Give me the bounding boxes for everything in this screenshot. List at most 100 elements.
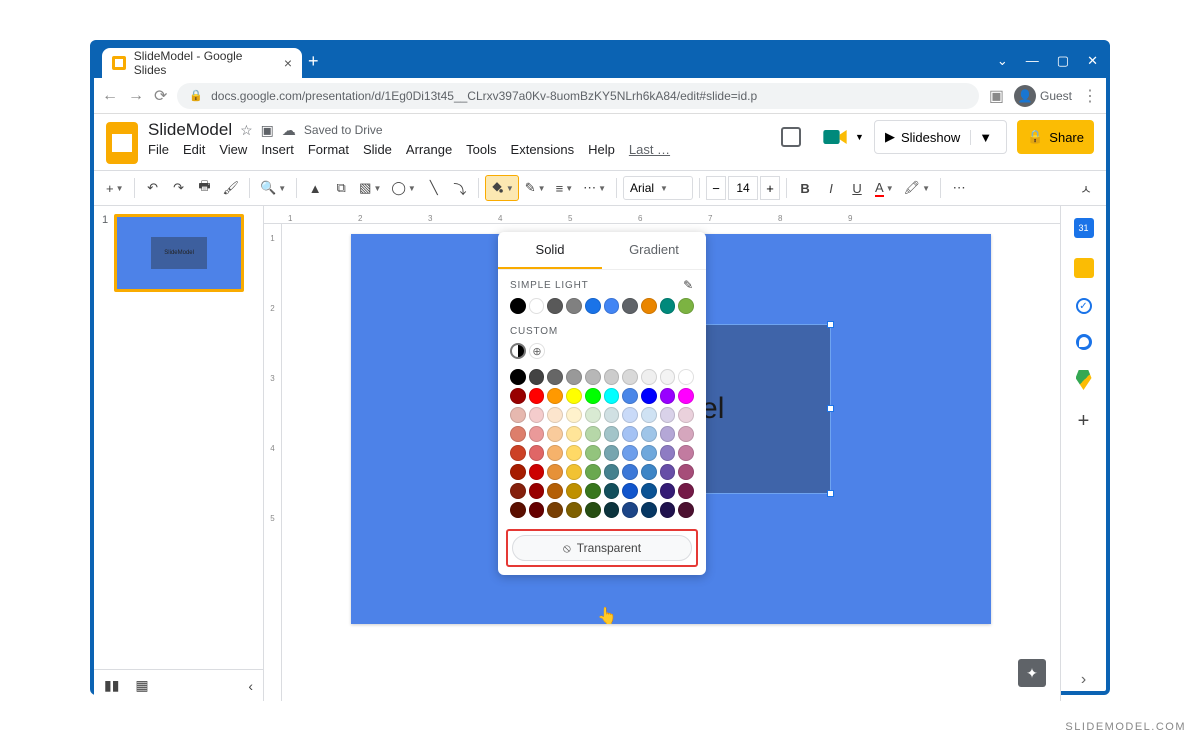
- palette-swatch[interactable]: [678, 483, 694, 499]
- palette-swatch[interactable]: [566, 483, 582, 499]
- palette-swatch[interactable]: [529, 483, 545, 499]
- custom-color-swatch[interactable]: [510, 343, 526, 359]
- palette-swatch[interactable]: [529, 407, 545, 423]
- palette-swatch[interactable]: [678, 426, 694, 442]
- menu-view[interactable]: View: [219, 142, 247, 157]
- border-dash-button[interactable]: ⋯ ▼: [579, 175, 610, 201]
- forward-icon[interactable]: →: [128, 87, 144, 105]
- palette-swatch[interactable]: [529, 426, 545, 442]
- palette-swatch[interactable]: [510, 502, 526, 518]
- tab-solid[interactable]: Solid: [498, 232, 602, 269]
- undo-button[interactable]: ↶: [141, 175, 165, 201]
- browser-tab[interactable]: SlideModel - Google Slides ×: [102, 48, 302, 78]
- border-color-button[interactable]: ✎ ▼: [521, 175, 550, 201]
- theme-swatch[interactable]: [510, 298, 526, 314]
- menu-tools[interactable]: Tools: [466, 142, 496, 157]
- palette-swatch[interactable]: [641, 483, 657, 499]
- menu-slide[interactable]: Slide: [363, 142, 392, 157]
- menu-insert[interactable]: Insert: [261, 142, 294, 157]
- palette-swatch[interactable]: [510, 426, 526, 442]
- palette-swatch[interactable]: [585, 464, 601, 480]
- palette-swatch[interactable]: [529, 464, 545, 480]
- font-select[interactable]: Arial ▼: [623, 176, 693, 200]
- palette-swatch[interactable]: [678, 388, 694, 404]
- font-size-increase[interactable]: +: [760, 176, 780, 200]
- tab-close-icon[interactable]: ×: [284, 55, 292, 71]
- theme-swatch[interactable]: [678, 298, 694, 314]
- palette-swatch[interactable]: [547, 502, 563, 518]
- palette-swatch[interactable]: [585, 369, 601, 385]
- panel-icon[interactable]: ▣: [989, 86, 1004, 106]
- star-icon[interactable]: ☆: [240, 122, 253, 139]
- zoom-button[interactable]: 🔍 ▼: [256, 175, 290, 201]
- palette-swatch[interactable]: [641, 502, 657, 518]
- palette-swatch[interactable]: [622, 483, 638, 499]
- paint-format-button[interactable]: 🖌: [219, 175, 244, 201]
- menu-file[interactable]: File: [148, 142, 169, 157]
- close-icon[interactable]: ✕: [1087, 53, 1098, 69]
- palette-swatch[interactable]: [660, 445, 676, 461]
- palette-swatch[interactable]: [566, 388, 582, 404]
- palette-swatch[interactable]: [641, 388, 657, 404]
- text-color-button[interactable]: A ▼: [871, 175, 898, 201]
- palette-swatch[interactable]: [566, 502, 582, 518]
- filmstrip-view-icon[interactable]: ▮▮: [104, 677, 119, 694]
- palette-swatch[interactable]: [585, 445, 601, 461]
- palette-swatch[interactable]: [510, 445, 526, 461]
- tab-gradient[interactable]: Gradient: [602, 232, 706, 269]
- new-tab-button[interactable]: +: [308, 51, 319, 72]
- palette-swatch[interactable]: [622, 445, 638, 461]
- font-size-input[interactable]: 14: [728, 176, 758, 200]
- transparent-button[interactable]: ⦸ Transparent: [512, 535, 692, 561]
- palette-swatch[interactable]: [510, 388, 526, 404]
- bold-button[interactable]: B: [793, 175, 817, 201]
- highlight-button[interactable]: 🖍 ▼: [900, 175, 934, 201]
- palette-swatch[interactable]: [529, 388, 545, 404]
- new-slide-button[interactable]: + ▼: [102, 175, 128, 201]
- palette-swatch[interactable]: [585, 388, 601, 404]
- palette-swatch[interactable]: [547, 426, 563, 442]
- menu-edit[interactable]: Edit: [183, 142, 205, 157]
- palette-swatch[interactable]: [510, 483, 526, 499]
- palette-swatch[interactable]: [660, 464, 676, 480]
- more-tools-button[interactable]: ⋯: [947, 175, 971, 201]
- palette-swatch[interactable]: [510, 369, 526, 385]
- calendar-icon[interactable]: [1074, 218, 1094, 238]
- slideshow-button[interactable]: ▶ Slideshow ▼: [874, 120, 1007, 154]
- chevron-down-icon[interactable]: ⌄: [997, 53, 1008, 69]
- palette-swatch[interactable]: [622, 407, 638, 423]
- shape-tool[interactable]: ◯ ▼: [387, 175, 419, 201]
- theme-swatch[interactable]: [529, 298, 545, 314]
- slides-logo-icon[interactable]: [106, 122, 138, 164]
- palette-swatch[interactable]: [547, 388, 563, 404]
- palette-swatch[interactable]: [510, 407, 526, 423]
- palette-swatch[interactable]: [641, 369, 657, 385]
- comments-button[interactable]: [771, 120, 811, 154]
- palette-swatch[interactable]: [660, 388, 676, 404]
- doc-title[interactable]: SlideModel: [148, 120, 232, 140]
- palette-swatch[interactable]: [585, 483, 601, 499]
- slideshow-caret-icon[interactable]: ▼: [970, 130, 1000, 145]
- palette-swatch[interactable]: [547, 483, 563, 499]
- theme-swatch[interactable]: [641, 298, 657, 314]
- select-tool[interactable]: ▲: [303, 175, 327, 201]
- palette-swatch[interactable]: [604, 388, 620, 404]
- menu-extensions[interactable]: Extensions: [511, 142, 575, 157]
- tasks-icon[interactable]: [1076, 298, 1092, 314]
- redo-button[interactable]: ↷: [167, 175, 191, 201]
- reload-icon[interactable]: ⟳: [154, 86, 167, 106]
- palette-swatch[interactable]: [529, 502, 545, 518]
- palette-swatch[interactable]: [660, 483, 676, 499]
- kebab-menu-icon[interactable]: ⋮: [1082, 86, 1098, 106]
- theme-swatch[interactable]: [604, 298, 620, 314]
- palette-swatch[interactable]: [622, 388, 638, 404]
- palette-swatch[interactable]: [641, 426, 657, 442]
- add-custom-color[interactable]: ⊕: [529, 343, 545, 359]
- expand-toolbar-icon[interactable]: ㅅ: [1074, 175, 1098, 201]
- palette-swatch[interactable]: [585, 426, 601, 442]
- theme-swatch[interactable]: [547, 298, 563, 314]
- palette-swatch[interactable]: [641, 445, 657, 461]
- palette-swatch[interactable]: [604, 502, 620, 518]
- palette-swatch[interactable]: [566, 464, 582, 480]
- edit-theme-icon[interactable]: ✎: [683, 278, 694, 292]
